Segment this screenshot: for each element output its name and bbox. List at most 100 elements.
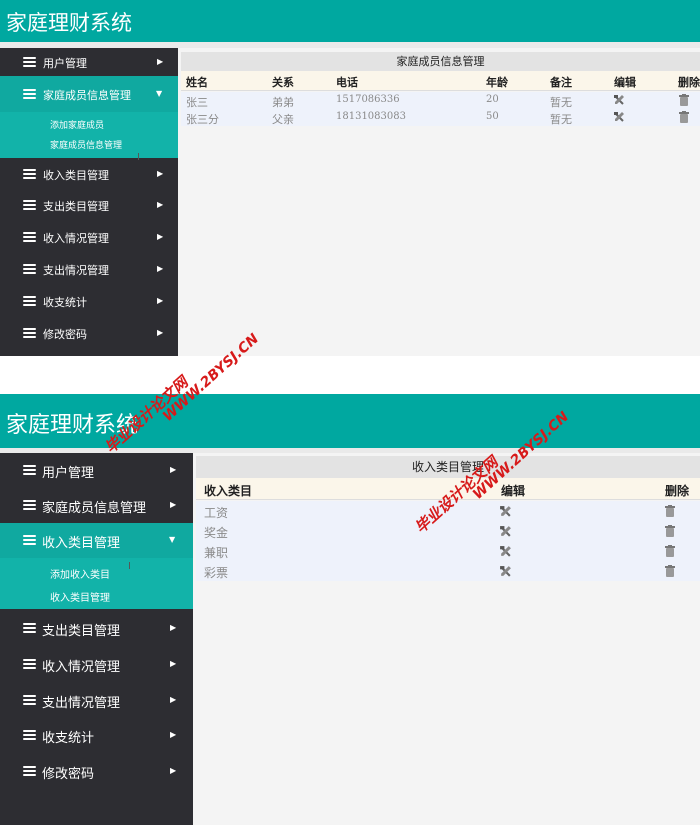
trash-icon[interactable]	[665, 525, 675, 537]
table-row: 彩票	[196, 561, 700, 581]
sidebar-item-user-management[interactable]: 用户管理 ▶	[0, 48, 178, 76]
sidebar-item-label: 收入类目管理	[42, 536, 121, 551]
stack-icon	[23, 296, 36, 306]
cell-age: 20	[486, 94, 499, 105]
cell-name: 张三分	[186, 113, 219, 126]
sidebar-item-family-members[interactable]: 家庭成员信息管理 ▶	[0, 488, 193, 523]
column-header-name: 姓名	[186, 76, 208, 89]
sidebar-item-income-categories[interactable]: 收入类目管理 ▶	[0, 158, 178, 189]
sidebar-item-expense-records[interactable]: 支出情况管理 ▶	[0, 682, 193, 718]
sidebar-item-label: 用户管理	[43, 57, 87, 70]
column-header-income-category: 收入类目	[204, 484, 253, 498]
chevron-right-icon: ▶	[170, 766, 177, 775]
chevron-right-icon: ▶	[157, 296, 164, 305]
cell-income-category: 工资	[204, 506, 229, 520]
cell-phone: 1517086336	[336, 94, 400, 105]
edit-tool-icon[interactable]	[499, 545, 512, 558]
edit-tool-icon[interactable]	[613, 111, 625, 123]
edit-tool-icon[interactable]	[499, 525, 512, 538]
submenu-item-member-management[interactable]: 家庭成员信息管理	[50, 138, 122, 151]
chevron-down-icon: ▼	[156, 89, 163, 98]
stack-icon	[23, 500, 36, 510]
column-header-delete: 删除	[665, 484, 690, 498]
chevron-right-icon: ▶	[170, 623, 177, 632]
trash-icon[interactable]	[679, 94, 689, 106]
chevron-down-icon: ▼	[169, 535, 176, 544]
screenshot-panel-members: 家庭理财系统 用户管理 ▶ 家庭成员信息管理 ▼ 添加家庭成员 家庭成员信息管理…	[0, 0, 700, 356]
sidebar-item-expense-categories[interactable]: 支出类目管理 ▶	[0, 189, 178, 221]
sidebar-item-expense-categories[interactable]: 支出类目管理 ▶	[0, 610, 193, 646]
chevron-right-icon: ▶	[170, 465, 177, 474]
column-header-edit: 编辑	[614, 76, 636, 89]
sidebar-item-label: 支出情况管理	[42, 696, 121, 711]
stack-icon	[23, 623, 36, 633]
sidebar: 用户管理 ▶ 家庭成员信息管理 ▼ 添加家庭成员 家庭成员信息管理 I 收入类目…	[0, 48, 178, 356]
sidebar-item-label: 支出类目管理	[42, 624, 121, 639]
stack-icon	[23, 328, 36, 338]
chevron-right-icon: ▶	[170, 695, 177, 704]
sidebar-item-income-records[interactable]: 收入情况管理 ▶	[0, 646, 193, 682]
column-header-note: 备注	[550, 76, 572, 89]
submenu-item-add-member[interactable]: 添加家庭成员	[50, 118, 104, 131]
sidebar-item-income-records[interactable]: 收入情况管理 ▶	[0, 221, 178, 253]
cell-income-category: 彩票	[204, 566, 229, 580]
submenu: 添加收入类目 收入类目管理	[0, 558, 193, 609]
table-row: 工资	[196, 501, 700, 521]
table-row: 张三分 父亲 18131083083 50 暂无	[181, 109, 700, 126]
main-content: 家庭成员信息管理 姓名 关系 电话 年龄 备注 编辑 删除 张三 弟弟 1517…	[181, 48, 700, 356]
trash-icon[interactable]	[665, 505, 675, 517]
submenu-item-add-income-category[interactable]: 添加收入类目	[50, 566, 110, 581]
chevron-right-icon: ▶	[157, 264, 164, 273]
sidebar-item-label: 家庭成员信息管理	[43, 89, 131, 102]
sidebar-item-change-password[interactable]: 修改密码 ▶	[0, 753, 193, 789]
cell-age: 50	[486, 111, 499, 122]
sidebar-item-label: 用户管理	[42, 466, 95, 481]
stack-icon	[23, 659, 36, 669]
cell-relation: 父亲	[272, 113, 294, 126]
cell-income-category: 兼职	[204, 546, 229, 560]
cell-note: 暂无	[550, 96, 572, 109]
sidebar-item-change-password[interactable]: 修改密码 ▶	[0, 317, 178, 349]
edit-tool-icon[interactable]	[499, 505, 512, 518]
column-header-edit: 编辑	[501, 484, 526, 498]
cell-name: 张三	[186, 96, 208, 109]
column-header-delete: 删除	[678, 76, 700, 89]
column-header-phone: 电话	[336, 76, 358, 89]
sidebar-item-label: 收支统计	[43, 296, 87, 309]
sidebar-item-user-management[interactable]: 用户管理 ▶	[0, 453, 193, 488]
edit-tool-icon[interactable]	[613, 94, 625, 106]
content-title: 收入类目管理	[196, 456, 700, 478]
sidebar-item-statistics[interactable]: 收支统计 ▶	[0, 718, 193, 753]
app-header: 家庭理财系统	[0, 394, 700, 448]
chevron-right-icon: ▶	[170, 730, 177, 739]
cell-income-category: 奖金	[204, 526, 229, 540]
text-cursor-icon: I	[128, 561, 131, 572]
trash-icon[interactable]	[665, 565, 675, 577]
stack-icon	[23, 169, 36, 179]
sidebar-item-income-categories[interactable]: 收入类目管理 ▼	[0, 523, 193, 558]
sidebar-item-label: 支出情况管理	[43, 264, 109, 277]
trash-icon[interactable]	[665, 545, 675, 557]
chevron-right-icon: ▶	[157, 57, 164, 66]
content-title: 家庭成员信息管理	[181, 52, 700, 71]
stack-icon	[23, 695, 36, 705]
chevron-right-icon: ▶	[157, 169, 164, 178]
trash-icon[interactable]	[679, 111, 689, 123]
sidebar-item-label: 修改密码	[43, 328, 87, 341]
table-row: 张三 弟弟 1517086336 20 暂无	[181, 92, 700, 109]
sidebar-item-statistics[interactable]: 收支统计 ▶	[0, 285, 178, 317]
sidebar-item-label: 家庭成员信息管理	[42, 501, 147, 516]
sidebar-item-family-members[interactable]: 家庭成员信息管理 ▼	[0, 76, 178, 112]
app-header: 家庭理财系统	[0, 0, 700, 42]
cell-note: 暂无	[550, 113, 572, 126]
edit-tool-icon[interactable]	[499, 565, 512, 578]
sidebar-item-label: 收入情况管理	[42, 660, 121, 675]
submenu-item-income-category-management[interactable]: 收入类目管理	[50, 589, 110, 604]
column-header-relation: 关系	[272, 76, 294, 89]
stack-icon	[23, 730, 36, 740]
chevron-right-icon: ▶	[157, 200, 164, 209]
app-title: 家庭理财系统	[6, 413, 139, 438]
stack-icon	[23, 57, 36, 67]
table-row: 兼职	[196, 541, 700, 561]
sidebar-item-expense-records[interactable]: 支出情况管理 ▶	[0, 253, 178, 285]
